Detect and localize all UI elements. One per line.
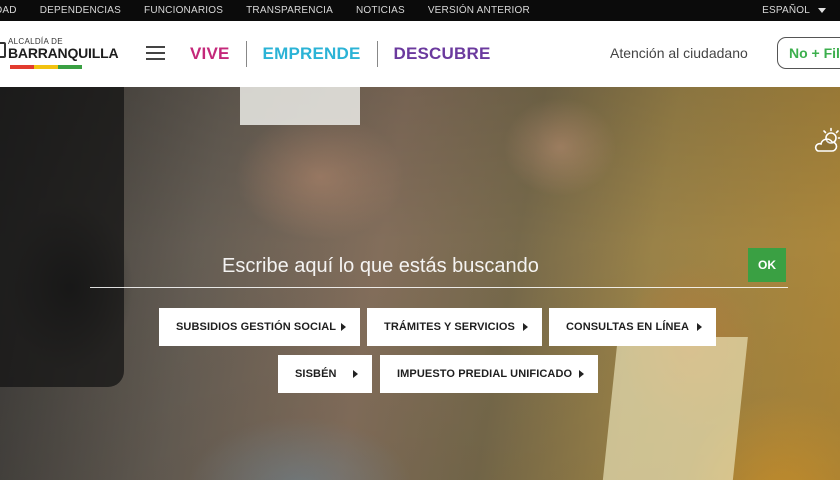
quick-link-label: SISBÉN <box>295 368 337 380</box>
chevron-down-icon <box>818 8 826 13</box>
top-links: DAD DEPENDENCIAS FUNCIONARIOS TRANSPAREN… <box>0 0 553 21</box>
quick-link-label: CONSULTAS EN LÍNEA <box>566 321 690 333</box>
top-link-transparencia[interactable]: TRANSPARENCIA <box>246 5 333 16</box>
main-nav: VIVE EMPRENDE DESCUBRE <box>190 41 507 67</box>
top-bar: DAD DEPENDENCIAS FUNCIONARIOS TRANSPAREN… <box>0 0 840 21</box>
atencion-ciudadano-link[interactable]: Atención al ciudadano <box>610 45 748 61</box>
quick-link-label: SUBSIDIOS GESTIÓN SOCIAL <box>176 321 337 333</box>
quick-link-label: TRÁMITES Y SERVICIOS <box>384 321 515 333</box>
top-link-funcionarios[interactable]: FUNCIONARIOS <box>144 5 223 16</box>
no-mas-fila-button[interactable]: No + Fila <box>777 37 840 69</box>
chevron-right-icon <box>579 370 584 378</box>
nav-descubre[interactable]: DESCUBRE <box>378 44 507 64</box>
nav-vive[interactable]: VIVE <box>190 44 246 64</box>
quick-link-sisben[interactable]: SISBÉN <box>278 355 372 393</box>
language-label: ESPAÑOL <box>762 5 810 16</box>
search-ok-button[interactable]: OK <box>748 248 786 282</box>
chevron-right-icon <box>341 323 346 331</box>
hero-sign-shape <box>240 87 360 125</box>
top-link-dependencias[interactable]: DEPENDENCIAS <box>40 5 121 16</box>
hero-phone-shape <box>0 87 124 387</box>
search-input[interactable] <box>222 252 642 280</box>
quick-link-label: IMPUESTO PREDIAL UNIFICADO <box>397 368 573 380</box>
top-link-dad[interactable]: DAD <box>0 5 17 16</box>
chevron-right-icon <box>353 370 358 378</box>
logo-flag-stripe <box>10 65 82 69</box>
nav-emprende[interactable]: EMPRENDE <box>247 44 377 64</box>
top-link-noticias[interactable]: NOTICIAS <box>356 5 405 16</box>
top-link-version-anterior[interactable]: VERSIÓN ANTERIOR <box>428 5 530 16</box>
hamburger-menu-icon[interactable] <box>146 46 165 60</box>
logo-title: BARRANQUILLA <box>8 45 119 61</box>
language-selector[interactable]: ESPAÑOL <box>762 0 826 21</box>
hero-banner: OK SUBSIDIOS GESTIÓN SOCIAL TRÁMITES Y S… <box>0 87 840 480</box>
hero-sign-shape <box>602 337 748 480</box>
alcaldia-logo[interactable]: ALCALDÍA DE BARRANQUILLA <box>0 35 120 75</box>
quick-link-tramites[interactable]: TRÁMITES Y SERVICIOS <box>367 308 542 346</box>
logo-mark-icon <box>0 42 6 58</box>
chevron-right-icon <box>523 323 528 331</box>
quick-link-impuesto-predial[interactable]: IMPUESTO PREDIAL UNIFICADO <box>380 355 598 393</box>
chevron-right-icon <box>697 323 702 331</box>
quick-link-subsidios[interactable]: SUBSIDIOS GESTIÓN SOCIAL <box>159 308 360 346</box>
quick-link-consultas[interactable]: CONSULTAS EN LÍNEA <box>549 308 716 346</box>
search-bar: OK <box>90 247 788 288</box>
partly-cloudy-icon[interactable] <box>812 127 840 157</box>
site-header: ALCALDÍA DE BARRANQUILLA VIVE EMPRENDE D… <box>0 21 840 87</box>
